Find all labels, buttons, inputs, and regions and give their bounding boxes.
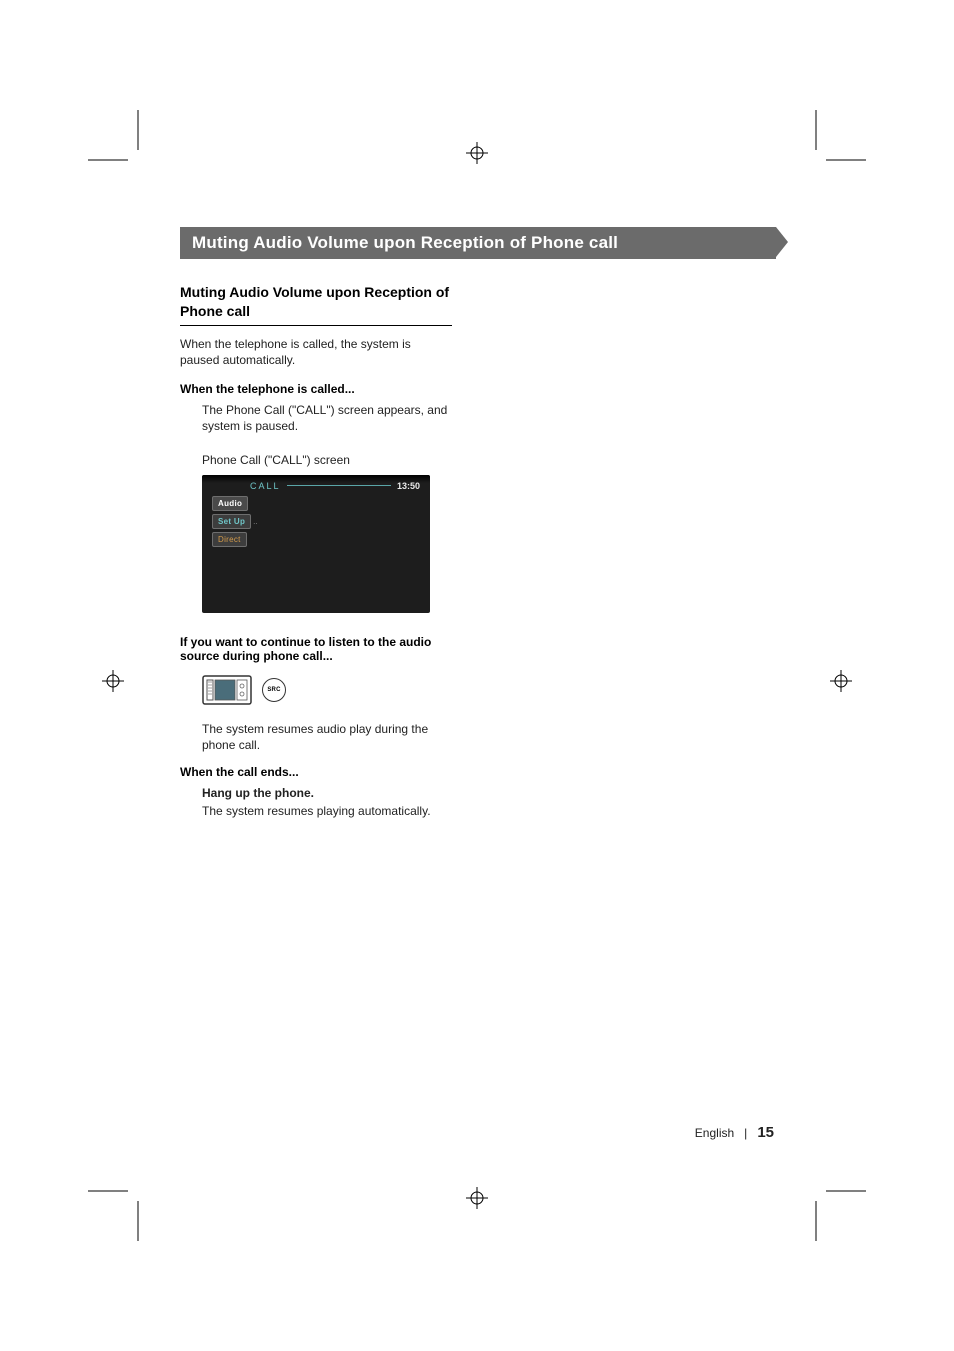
sec3-heading: When the call ends... xyxy=(180,765,452,779)
sec3-sub: Hang up the phone. xyxy=(202,785,452,801)
section-subtitle: Muting Audio Volume upon Reception of Ph… xyxy=(180,283,452,321)
sec2-heading: If you want to continue to listen to the… xyxy=(180,635,452,663)
sec1-body: The Phone Call ("CALL") screen appears, … xyxy=(202,402,452,434)
reg-target-bottom xyxy=(466,1187,488,1209)
crop-mark-br xyxy=(796,1171,866,1241)
src-row: SRC xyxy=(202,673,775,707)
screen-caption: Phone Call ("CALL") screen xyxy=(202,453,775,467)
page-content: Muting Audio Volume upon Reception of Ph… xyxy=(180,227,775,819)
src-button-icon: SRC xyxy=(262,678,286,702)
screen-item-direct: Direct xyxy=(212,532,430,547)
sec3-body: The system resumes playing automatically… xyxy=(202,803,452,819)
phone-call-screen: CALL 13:50 Audio Set Up.. Direct xyxy=(202,475,430,613)
crop-mark-bl xyxy=(88,1171,158,1241)
subtitle-rule xyxy=(180,325,452,326)
reg-target-left xyxy=(102,670,124,692)
footer-sep: | xyxy=(744,1126,747,1140)
reg-target-right xyxy=(830,670,852,692)
sec2-body: The system resumes audio play during the… xyxy=(202,721,452,753)
intro-text: When the telephone is called, the system… xyxy=(180,336,452,368)
audio-box: Audio xyxy=(212,496,248,511)
crop-mark-tr xyxy=(796,110,866,180)
crop-mark-tl xyxy=(88,110,158,180)
title-banner: Muting Audio Volume upon Reception of Ph… xyxy=(180,227,776,259)
sec1-heading: When the telephone is called... xyxy=(180,382,452,396)
screen-item-audio: Audio xyxy=(212,496,430,511)
divider-line xyxy=(287,485,391,486)
reg-target-top xyxy=(466,142,488,164)
footer-lang: English xyxy=(695,1126,734,1140)
footer-page-number: 15 xyxy=(757,1124,774,1141)
src-label: SRC xyxy=(267,687,280,693)
head-unit-icon xyxy=(202,673,252,707)
setup-box: Set Up xyxy=(212,514,251,529)
direct-box: Direct xyxy=(212,532,247,547)
screen-item-setup: Set Up.. xyxy=(212,514,430,529)
page-footer: English | 15 xyxy=(695,1124,774,1141)
